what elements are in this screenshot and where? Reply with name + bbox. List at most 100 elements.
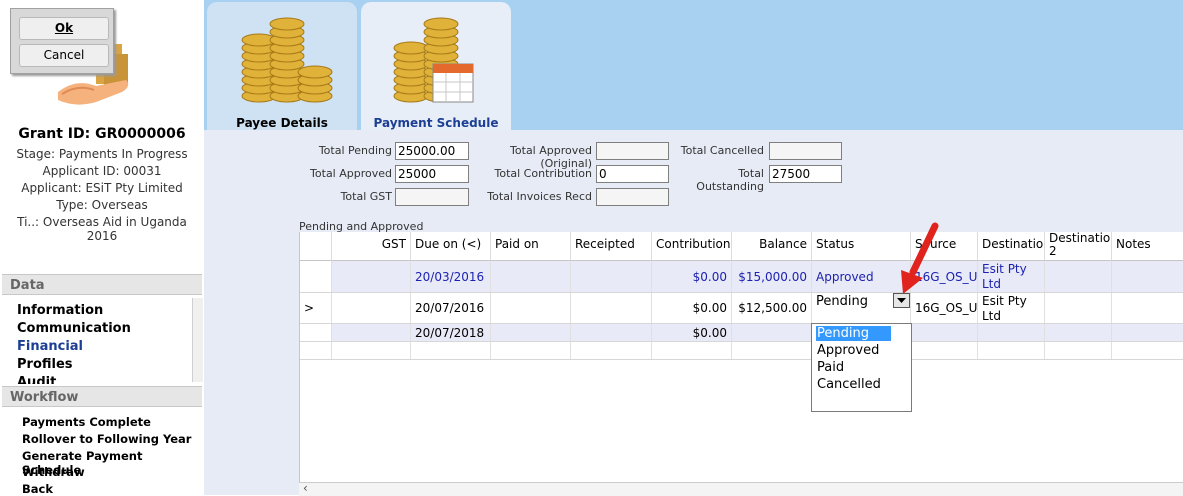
table-row-new[interactable] bbox=[300, 342, 1183, 360]
col-header-destination[interactable]: Destination bbox=[978, 232, 1045, 261]
nav-item-audit[interactable]: Audit bbox=[17, 375, 56, 384]
cell-paid-on[interactable] bbox=[491, 324, 571, 341]
status-option-pending[interactable]: Pending bbox=[816, 326, 891, 341]
total-approved-original-field[interactable] bbox=[596, 142, 669, 160]
col-header-gst[interactable]: GST bbox=[332, 232, 411, 261]
row-selector[interactable] bbox=[300, 342, 332, 359]
cell-receipted[interactable] bbox=[571, 293, 652, 323]
total-invoices-field[interactable] bbox=[596, 188, 669, 206]
total-cancelled-label: Total Cancelled bbox=[680, 144, 764, 157]
cell-balance[interactable]: $15,000.00 bbox=[732, 261, 812, 292]
ok-cancel-dialog: Ok Cancel bbox=[10, 8, 114, 74]
red-arrow-annotation bbox=[901, 222, 939, 294]
cell-paid-on[interactable] bbox=[491, 261, 571, 292]
table-row[interactable]: 20/07/2018 $0.00 bbox=[300, 324, 1183, 342]
ok-button[interactable]: Ok bbox=[19, 17, 109, 40]
col-header-contribution[interactable]: Contribution bbox=[652, 232, 732, 261]
cell-gst[interactable] bbox=[332, 261, 411, 292]
grant-stage: Stage: Payments In Progress bbox=[16, 147, 188, 161]
cell-contribution[interactable]: $0.00 bbox=[652, 324, 732, 341]
cell-notes[interactable] bbox=[1112, 261, 1183, 292]
cell-balance[interactable] bbox=[732, 342, 812, 359]
cell-due-on[interactable]: 20/07/2016 bbox=[411, 293, 491, 323]
nav-item-communication[interactable]: Communication bbox=[17, 321, 131, 336]
total-outstanding-label: Total Outstanding bbox=[696, 167, 764, 193]
data-list-scrollbar[interactable] bbox=[192, 298, 203, 382]
workflow-withdraw[interactable]: Withdraw bbox=[22, 465, 85, 479]
workflow-section-header[interactable]: Workflow bbox=[2, 386, 202, 407]
cell-notes[interactable] bbox=[1112, 342, 1183, 359]
grant-id-title: Grant ID: GR0000006 bbox=[18, 126, 186, 142]
cell-source[interactable]: 16G_OS_U bbox=[911, 293, 978, 323]
tab-payment-schedule-label: Payment Schedule bbox=[373, 116, 499, 130]
row-selector[interactable] bbox=[300, 324, 332, 341]
cell-gst[interactable] bbox=[332, 293, 411, 323]
total-gst-field[interactable] bbox=[395, 188, 469, 206]
tab-payment-schedule[interactable]: Payment Schedule bbox=[361, 2, 511, 130]
col-header-paid-on[interactable]: Paid on bbox=[491, 232, 571, 261]
cell-source[interactable] bbox=[911, 324, 978, 341]
cell-notes[interactable] bbox=[1112, 293, 1183, 323]
workflow-nav-list: Payments Complete Rollover to Following … bbox=[0, 408, 204, 496]
tab-payee-details-label: Payee Details bbox=[236, 116, 328, 130]
cell-destination[interactable] bbox=[978, 342, 1045, 359]
status-option-paid[interactable]: Paid bbox=[816, 360, 887, 375]
payment-schedule-grid: GST Due on (<) Paid on Receipted Contrib… bbox=[299, 232, 1183, 482]
col-header-notes[interactable]: Notes bbox=[1112, 232, 1183, 261]
col-header-destination-2[interactable]: Destination 2 bbox=[1045, 232, 1112, 261]
row-selector[interactable] bbox=[300, 261, 332, 292]
cell-notes[interactable] bbox=[1112, 324, 1183, 341]
col-header-receipted[interactable]: Receipted bbox=[571, 232, 652, 261]
cell-balance[interactable]: $12,500.00 bbox=[732, 293, 812, 323]
total-cancelled-field[interactable] bbox=[769, 142, 842, 160]
cell-destination-2[interactable] bbox=[1045, 342, 1112, 359]
cell-destination[interactable]: Esit Pty Ltd bbox=[978, 261, 1045, 292]
total-outstanding-field[interactable]: 27500 bbox=[769, 165, 842, 183]
cell-balance[interactable] bbox=[732, 324, 812, 341]
cell-contribution[interactable]: $0.00 bbox=[652, 261, 732, 292]
total-contribution-field[interactable]: 0 bbox=[596, 165, 669, 183]
nav-item-profiles[interactable]: Profiles bbox=[17, 357, 73, 372]
cell-destination[interactable]: Esit Pty Ltd bbox=[978, 293, 1045, 323]
data-section-header[interactable]: Data bbox=[2, 274, 202, 295]
cell-destination-2[interactable] bbox=[1045, 261, 1112, 292]
nav-item-financial[interactable]: Financial bbox=[17, 339, 83, 354]
cell-source[interactable] bbox=[911, 342, 978, 359]
tab-payee-details[interactable]: Payee Details bbox=[207, 2, 357, 130]
workflow-rollover[interactable]: Rollover to Following Year bbox=[22, 432, 191, 446]
coins-icon bbox=[241, 17, 333, 103]
cell-paid-on[interactable] bbox=[491, 342, 571, 359]
cell-receipted[interactable] bbox=[571, 324, 652, 341]
cell-receipted[interactable] bbox=[571, 261, 652, 292]
total-pending-field[interactable]: 25000.00 bbox=[395, 142, 469, 160]
workflow-back[interactable]: Back bbox=[22, 482, 53, 496]
coins-calendar-icon bbox=[393, 17, 474, 103]
table-row[interactable]: > 20/07/2016 $0.00 $12,500.00 Pending 16… bbox=[300, 293, 1183, 324]
col-header-balance[interactable]: Balance bbox=[732, 232, 812, 261]
cell-contribution[interactable] bbox=[652, 342, 732, 359]
status-dropdown-list: Pending Approved Paid Cancelled bbox=[811, 323, 912, 412]
grid-horizontal-scrollbar[interactable]: ‹ bbox=[299, 481, 1183, 496]
col-header-due-on[interactable]: Due on (<) bbox=[411, 232, 491, 261]
cell-due-on[interactable]: 20/03/2016 bbox=[411, 261, 491, 292]
cell-due-on[interactable]: 20/07/2018 bbox=[411, 324, 491, 341]
cell-receipted[interactable] bbox=[571, 342, 652, 359]
status-option-approved[interactable]: Approved bbox=[816, 343, 887, 358]
cell-contribution[interactable]: $0.00 bbox=[652, 293, 732, 323]
table-row[interactable]: 20/03/2016 $0.00 $15,000.00 Approved 16G… bbox=[300, 261, 1183, 293]
cell-destination-2[interactable] bbox=[1045, 293, 1112, 323]
status-option-cancelled[interactable]: Cancelled bbox=[816, 377, 887, 392]
cell-destination-2[interactable] bbox=[1045, 324, 1112, 341]
scroll-left-arrow-icon[interactable]: ‹ bbox=[303, 481, 308, 495]
cell-paid-on[interactable] bbox=[491, 293, 571, 323]
total-approved-field[interactable]: 25000 bbox=[395, 165, 469, 183]
total-gst-label: Total GST bbox=[340, 190, 392, 203]
row-selector[interactable]: > bbox=[300, 293, 332, 323]
cancel-button[interactable]: Cancel bbox=[19, 44, 109, 67]
cell-gst[interactable] bbox=[332, 324, 411, 341]
nav-item-information[interactable]: Information bbox=[17, 303, 103, 318]
cell-due-on[interactable] bbox=[411, 342, 491, 359]
cell-gst[interactable] bbox=[332, 342, 411, 359]
cell-destination[interactable] bbox=[978, 324, 1045, 341]
workflow-payments-complete[interactable]: Payments Complete bbox=[22, 415, 151, 429]
